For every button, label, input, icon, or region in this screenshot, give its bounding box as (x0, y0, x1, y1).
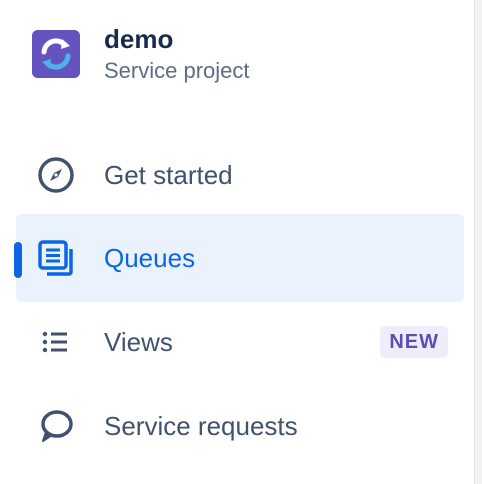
refresh-icon (32, 30, 80, 78)
nav-item-queues[interactable]: Queues (14, 214, 464, 302)
nav-item-service-requests[interactable]: Service requests (16, 382, 464, 470)
list-icon (36, 322, 76, 362)
speech-bubble-icon (36, 406, 76, 446)
queues-icon (36, 238, 76, 278)
divider (474, 0, 475, 484)
project-header[interactable]: demo Service project (32, 22, 250, 86)
nav-item-label: Views (104, 327, 173, 357)
nav-item-views[interactable]: Views NEW (16, 298, 464, 386)
nav-item-label: Queues (104, 243, 196, 273)
project-avatar (32, 30, 80, 78)
sidebar-resize-edge[interactable] (474, 0, 482, 484)
project-name: demo (104, 24, 174, 54)
project-type: Service project (104, 58, 250, 83)
nav-item-label: Get started (104, 160, 233, 190)
project-sidebar: demo Service project Get started Queues … (0, 0, 474, 484)
new-badge: NEW (380, 326, 448, 358)
active-indicator (14, 242, 22, 278)
compass-icon (36, 155, 76, 195)
nav-item-get-started[interactable]: Get started (16, 131, 464, 219)
nav-item-label: Service requests (104, 411, 298, 441)
